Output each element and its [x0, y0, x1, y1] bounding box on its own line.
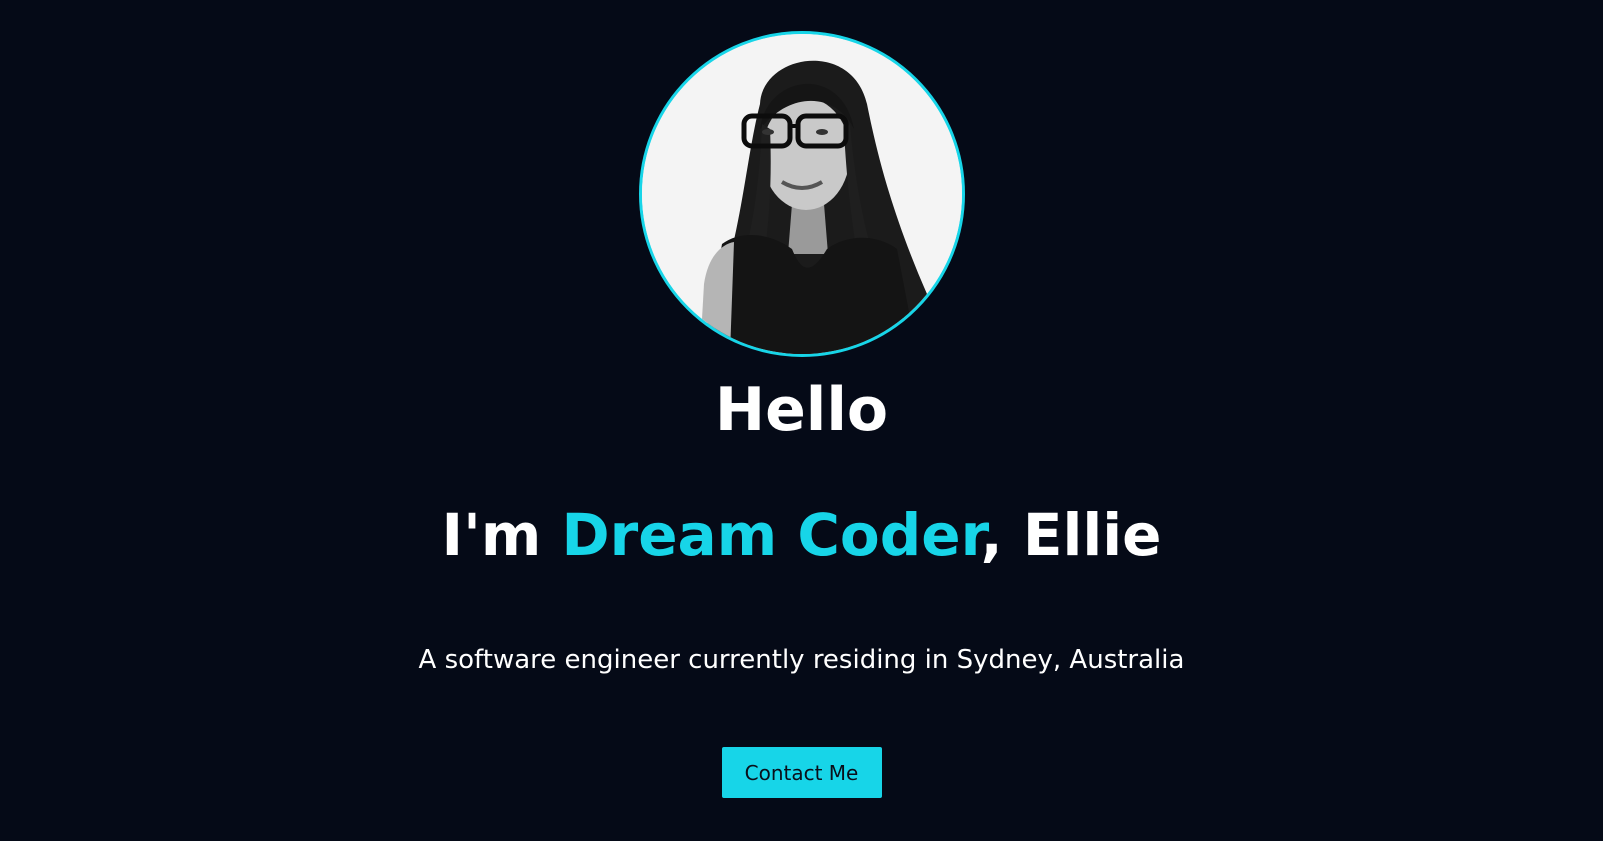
profile-photo — [638, 31, 965, 357]
contact-me-button[interactable]: Contact Me — [721, 747, 882, 799]
intro-suffix: , Ellie — [980, 501, 1162, 570]
intro-highlight: Dream Coder — [561, 501, 981, 570]
greeting-heading: Hello — [714, 375, 889, 445]
tagline: A software engineer currently residing i… — [418, 645, 1185, 676]
intro-prefix: I'm — [441, 501, 562, 570]
portrait-image — [641, 34, 962, 354]
hero-section: Hello I'm Dream Coder, Ellie A software … — [0, 0, 1603, 841]
intro-heading: I'm Dream Coder, Ellie — [442, 499, 1162, 571]
